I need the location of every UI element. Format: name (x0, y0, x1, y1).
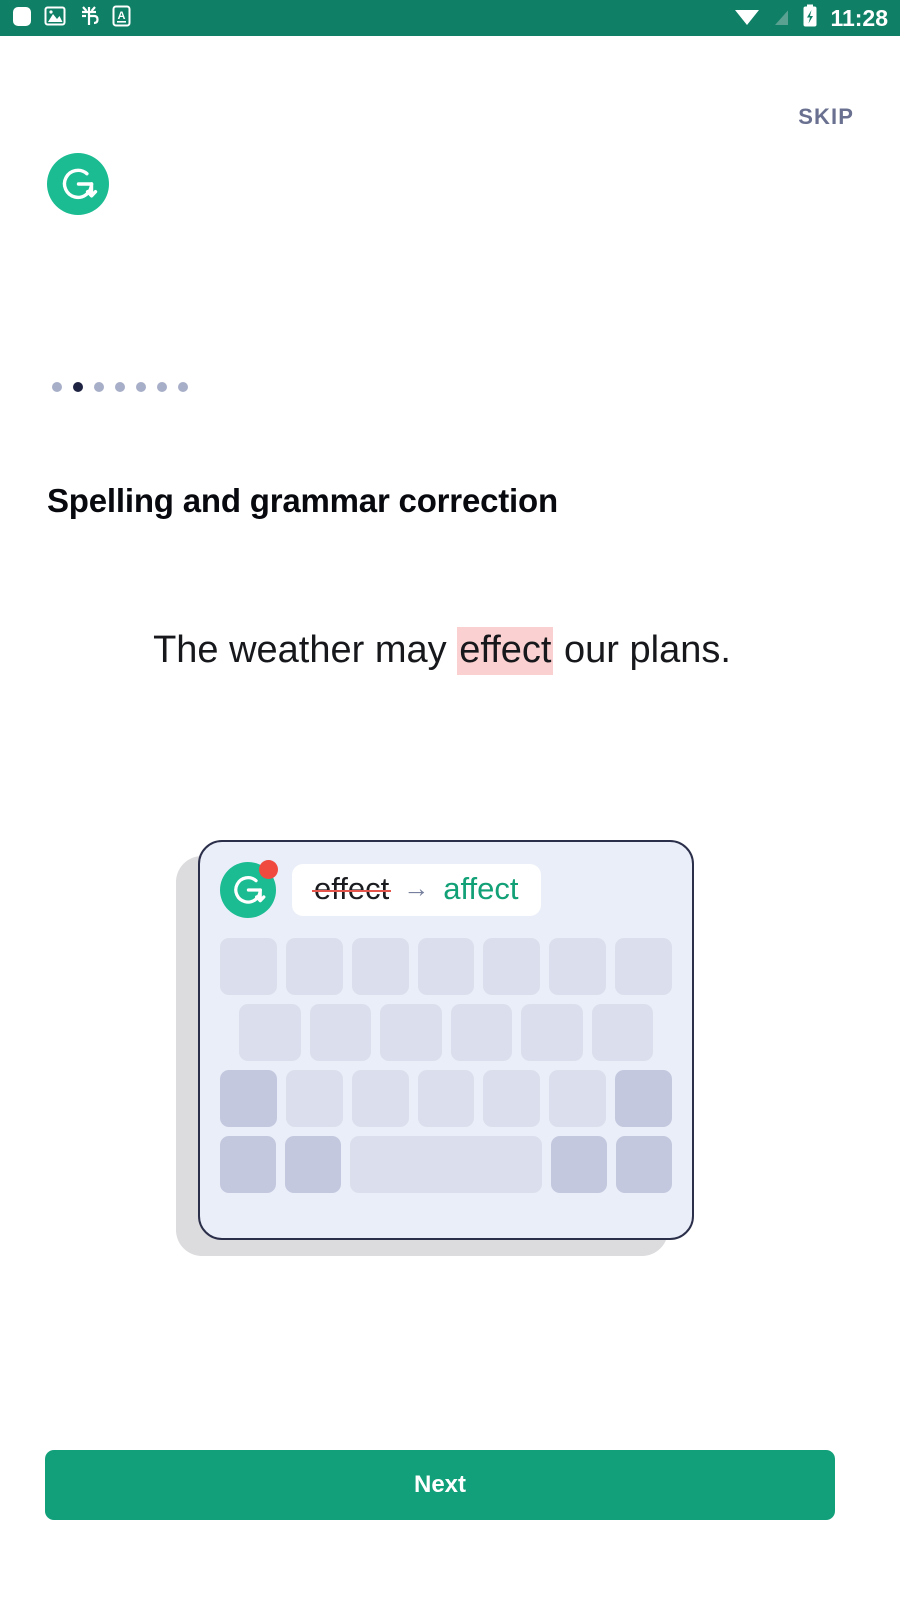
keyboard-key[interactable] (239, 1004, 301, 1061)
page-title: Spelling and grammar correction (47, 482, 558, 519)
keyboard-key[interactable] (483, 1070, 541, 1127)
letter-a-icon: A (112, 5, 131, 32)
status-bar: A 11:28 (0, 0, 900, 36)
keyboard-key[interactable] (309, 1004, 371, 1061)
keyboard-key-shift[interactable] (220, 1070, 277, 1127)
keyboard-key[interactable] (220, 938, 277, 995)
notification-badge-icon (259, 860, 278, 879)
sample-sentence: The weather may effect our plans. (47, 620, 837, 680)
battery-charging-icon (802, 4, 818, 33)
keyboard-row-2 (220, 1004, 672, 1061)
keyboard-key[interactable] (549, 1070, 607, 1127)
keyboard-key[interactable] (549, 938, 607, 995)
keyboard-key[interactable] (351, 1070, 409, 1127)
keyboard-key-period[interactable] (550, 1136, 607, 1193)
svg-text:A: A (118, 10, 126, 22)
status-bar-clock: 11:28 (830, 4, 888, 31)
grammarly-logo-badged (220, 860, 278, 918)
keyboard-key-symbols[interactable] (220, 1136, 277, 1193)
keyboard-illustration: effect → affect (176, 840, 696, 1260)
pager-dot-1[interactable] (52, 382, 62, 392)
keyboard-card: effect → affect (198, 840, 694, 1240)
keyboard-key[interactable] (417, 1070, 475, 1127)
skip-button[interactable]: SKIP (798, 104, 854, 130)
keyboard-key[interactable] (285, 938, 343, 995)
sample-before-text: The weather may (153, 629, 458, 671)
keyboard-key[interactable] (380, 1004, 442, 1061)
keyboard-key[interactable] (417, 938, 475, 995)
pager-dot-7[interactable] (178, 382, 188, 392)
keyboard-key[interactable] (615, 938, 673, 995)
keyboard-key[interactable] (483, 938, 541, 995)
sample-highlighted-word: effect (457, 627, 554, 675)
keyboard-key-enter[interactable] (615, 1136, 673, 1193)
status-bar-left-icons: A (12, 4, 131, 33)
grammarly-logo (47, 153, 109, 215)
keyboard-key[interactable] (450, 1004, 512, 1061)
keyboard-row-1 (220, 938, 673, 995)
no-sim-signal-icon (770, 5, 792, 32)
debug-bug-icon (78, 4, 100, 33)
suggestion-pill[interactable]: effect → affect (292, 864, 541, 916)
keyboard-key-emoji[interactable] (285, 1136, 342, 1193)
pager-dot-6[interactable] (157, 382, 167, 392)
status-bar-right-icons: 11:28 (734, 4, 888, 33)
keyboard-key[interactable] (351, 938, 409, 995)
pager-dot-5[interactable] (136, 382, 146, 392)
keyboard-key[interactable] (591, 1004, 653, 1061)
keyboard-key-space[interactable] (350, 1136, 542, 1193)
image-icon (44, 5, 66, 32)
onboarding-screen: A 11:28 SKIP Spelling and grammar correc… (0, 0, 900, 1600)
arrow-right-icon: → (403, 873, 430, 904)
rounded-square-icon (12, 4, 32, 33)
next-button[interactable]: Next (45, 1450, 835, 1520)
keyboard-key[interactable] (285, 1070, 343, 1127)
sample-after-text: our plans. (553, 629, 731, 671)
pager-dot-4[interactable] (115, 382, 125, 392)
pager-dots (52, 382, 188, 392)
keyboard-key[interactable] (521, 1004, 583, 1061)
suggestion-bar: effect → affect (220, 860, 672, 920)
keyboard-row-4 (220, 1136, 673, 1193)
keyboard-row-3 (220, 1070, 673, 1127)
pager-dot-3[interactable] (94, 382, 104, 392)
suggestion-corrected-word: affect (443, 871, 519, 907)
keyboard-key-backspace[interactable] (615, 1070, 673, 1127)
wifi-icon (734, 5, 760, 32)
pager-dot-2-active[interactable] (73, 382, 83, 392)
suggestion-original-word: effect (311, 871, 392, 907)
keyboard-rows (220, 938, 673, 1193)
